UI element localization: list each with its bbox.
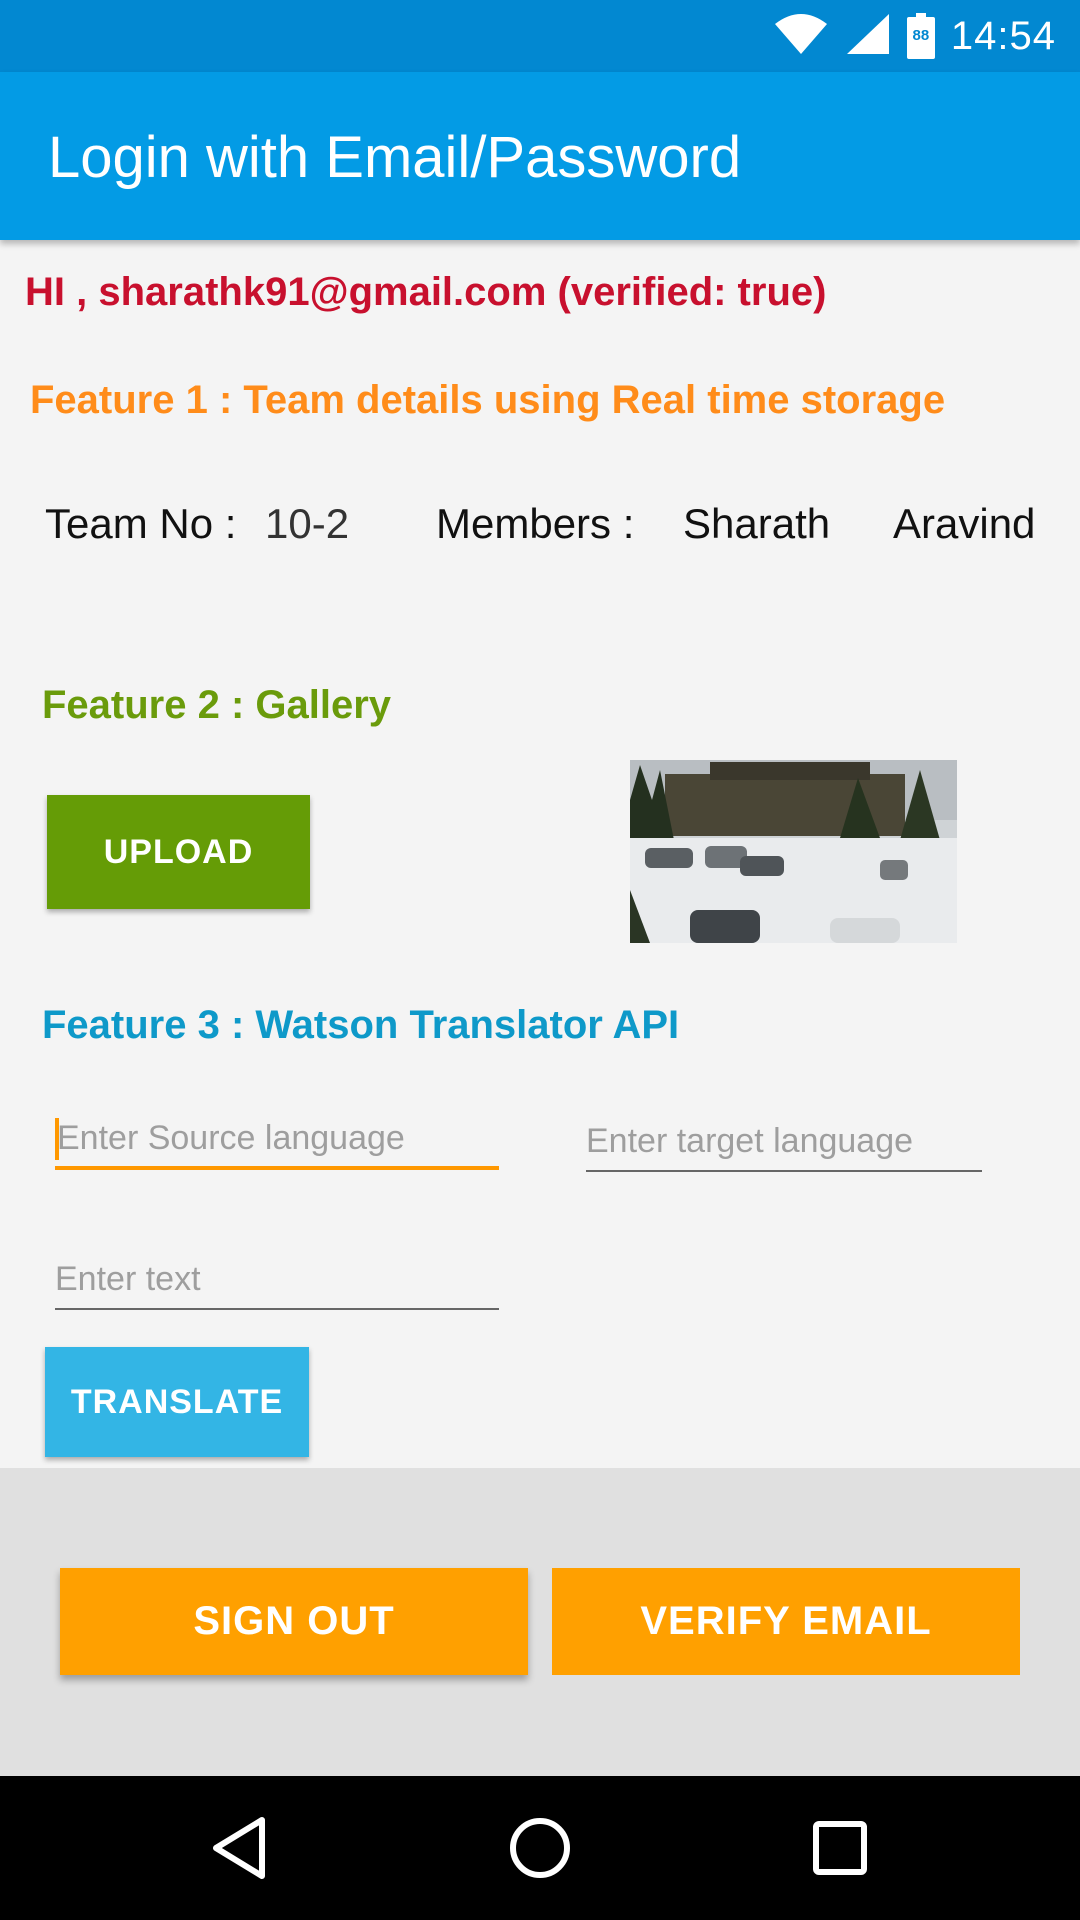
- back-icon[interactable]: [200, 1808, 280, 1888]
- wifi-icon: [773, 12, 829, 61]
- source-language-input[interactable]: [55, 1110, 499, 1170]
- status-bar: 88 14:54: [0, 0, 1080, 72]
- home-icon[interactable]: [500, 1808, 580, 1888]
- recents-icon[interactable]: [800, 1808, 880, 1888]
- status-time: 14:54: [950, 13, 1056, 58]
- member-name: Aravind: [893, 500, 1036, 547]
- app-bar: Login with Email/Password: [0, 72, 1080, 240]
- feature1-title: Feature 1 : Team details using Real time…: [30, 378, 946, 422]
- text-cursor: [55, 1118, 59, 1160]
- member-name: Sharath: [683, 500, 831, 547]
- team-label: Team No :: [45, 500, 237, 547]
- team-value: 10-2: [265, 500, 350, 547]
- navigation-bar: [0, 1776, 1080, 1920]
- text-input[interactable]: [55, 1250, 499, 1310]
- app-title: Login with Email/Password: [48, 125, 742, 190]
- upload-button[interactable]: UPLOAD: [47, 795, 310, 909]
- status-icons: 88 14:54: [773, 12, 1056, 60]
- greeting-text: HI , sharathk91@gmail.com (verified: tru…: [25, 270, 827, 314]
- team-details-row: Team No : 10-2 Members : Sharath Aravind: [0, 500, 1080, 550]
- translate-button[interactable]: TRANSLATE: [45, 1347, 309, 1457]
- gallery-image: [630, 760, 957, 943]
- battery-icon: 88: [906, 13, 935, 59]
- members-label: Members :: [436, 500, 635, 547]
- feature3-title: Feature 3 : Watson Translator API: [42, 1003, 680, 1047]
- feature2-title: Feature 2 : Gallery: [42, 683, 392, 727]
- sign-out-button[interactable]: SIGN OUT: [60, 1568, 528, 1675]
- verify-email-button[interactable]: VERIFY EMAIL: [552, 1568, 1020, 1675]
- target-language-input[interactable]: [586, 1112, 982, 1172]
- cell-signal-icon: [845, 12, 891, 61]
- battery-level: 88: [912, 27, 930, 44]
